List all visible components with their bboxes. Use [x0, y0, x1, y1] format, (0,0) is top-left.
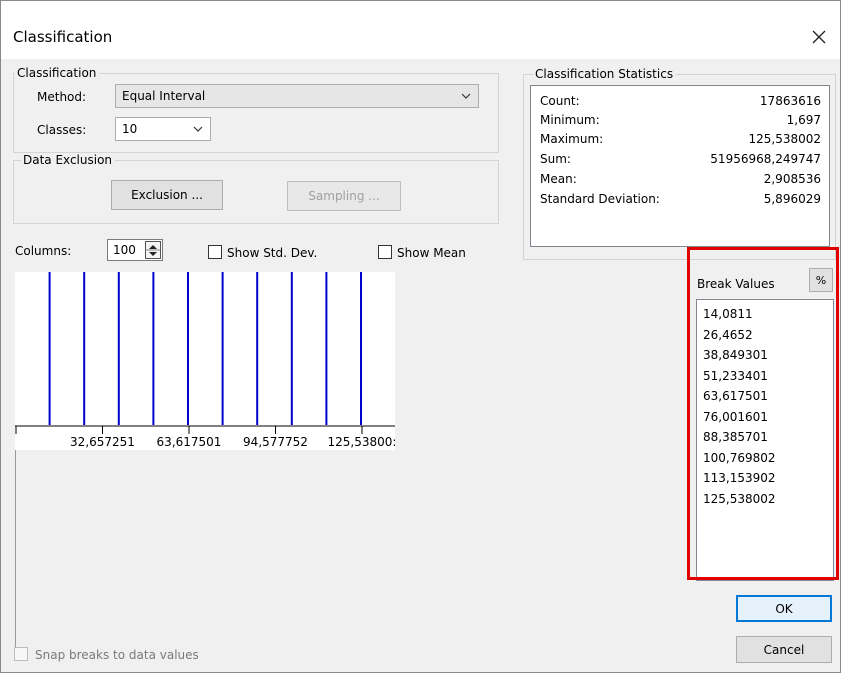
spinner-arrows[interactable]	[145, 241, 161, 259]
stat-label: Sum:	[540, 152, 571, 166]
stat-label: Count:	[540, 94, 580, 108]
close-button[interactable]	[804, 23, 834, 51]
classification-group-title: Classification	[15, 66, 100, 80]
break-value-item[interactable]: 88,385701	[697, 427, 833, 448]
break-values-title: Break Values	[697, 277, 775, 291]
percent-button[interactable]: %	[809, 268, 833, 292]
statistics-box: Count: 17863616 Minimum: 1,697 Maximum: …	[530, 85, 830, 247]
method-label: Method:	[37, 90, 87, 104]
break-value-item[interactable]: 51,233401	[697, 366, 833, 387]
chevron-down-icon	[461, 93, 471, 99]
stat-label: Maximum:	[540, 132, 604, 146]
columns-spinner-value: 100	[113, 243, 136, 257]
break-value-item[interactable]: 63,617501	[697, 386, 833, 407]
statistics-group-title: Classification Statistics	[533, 67, 677, 81]
data-exclusion-group	[13, 160, 499, 224]
break-value-item[interactable]: 14,0811	[697, 304, 833, 325]
break-values-list[interactable]: 14,0811 26,4652 38,849301 51,233401 63,6…	[696, 299, 834, 581]
stat-label: Standard Deviation:	[540, 192, 660, 206]
break-value-item[interactable]: 76,001601	[697, 407, 833, 428]
break-value-item[interactable]: 113,153902	[697, 468, 833, 489]
snap-breaks-checkbox[interactable]	[14, 647, 28, 661]
sampling-button[interactable]: Sampling ...	[287, 181, 401, 211]
break-value-item[interactable]: 125,538002	[697, 489, 833, 510]
classification-dialog: Classification Classification Method: Eq…	[0, 0, 841, 673]
break-value-item[interactable]: 26,4652	[697, 325, 833, 346]
classes-select-value: 10	[122, 122, 138, 136]
show-mean-label: Show Mean	[397, 246, 466, 260]
data-exclusion-group-title: Data Exclusion	[21, 153, 116, 167]
stat-row-maximum: Maximum: 125,538002	[540, 132, 821, 150]
show-mean-checkbox[interactable]	[378, 245, 392, 259]
stat-value: 5,896029	[763, 192, 821, 206]
axis-tick-label: 94,577752	[243, 435, 308, 449]
break-value-item[interactable]: 100,769802	[697, 448, 833, 469]
method-select[interactable]: Equal Interval	[115, 84, 479, 108]
stat-value: 125,538002	[748, 132, 821, 146]
exclusion-button[interactable]: Exclusion ...	[111, 180, 223, 210]
stat-value: 1,697	[786, 113, 821, 127]
break-value-item[interactable]: 38,849301	[697, 345, 833, 366]
show-std-dev-checkbox[interactable]	[208, 245, 222, 259]
method-select-value: Equal Interval	[122, 89, 206, 103]
break-values-items: 14,0811 26,4652 38,849301 51,233401 63,6…	[697, 300, 833, 509]
stat-row-sum: Sum: 51956968,249747	[540, 152, 821, 170]
window-title: Classification	[13, 28, 113, 46]
chevron-down-icon	[193, 126, 203, 132]
cancel-button[interactable]: Cancel	[736, 636, 832, 663]
stat-row-mean: Mean: 2,908536	[540, 172, 821, 190]
classes-label: Classes:	[37, 123, 87, 137]
close-icon	[812, 30, 826, 44]
classes-select[interactable]: 10	[115, 117, 211, 141]
histogram-empty-area	[15, 450, 682, 650]
spinner-arrows-icon	[146, 245, 160, 256]
stat-value: 17863616	[759, 94, 821, 108]
stat-row-count: Count: 17863616	[540, 94, 821, 112]
stat-value: 51956968,249747	[710, 152, 821, 166]
stat-value: 2,908536	[763, 172, 821, 186]
snap-breaks-label: Snap breaks to data values	[35, 648, 199, 662]
axis-tick-label: 125,53800:	[328, 435, 395, 449]
axis-tick-label: 32,657251	[70, 435, 135, 449]
title-bar: Classification	[1, 1, 840, 59]
stat-row-minimum: Minimum: 1,697	[540, 113, 821, 131]
stat-label: Minimum:	[540, 113, 600, 127]
columns-label: Columns:	[15, 244, 72, 258]
stat-row-std-dev: Standard Deviation: 5,896029	[540, 192, 821, 210]
show-std-dev-label: Show Std. Dev.	[227, 246, 318, 260]
axis-tick-label: 63,617501	[157, 435, 222, 449]
columns-spinner[interactable]: 100	[107, 239, 163, 261]
ok-button[interactable]: OK	[736, 595, 832, 622]
histogram-chart: 32,657251 63,617501 94,577752 125,53800:	[15, 272, 396, 449]
stat-label: Mean:	[540, 172, 577, 186]
histogram-panel[interactable]: 32,657251 63,617501 94,577752 125,53800:	[15, 272, 396, 450]
